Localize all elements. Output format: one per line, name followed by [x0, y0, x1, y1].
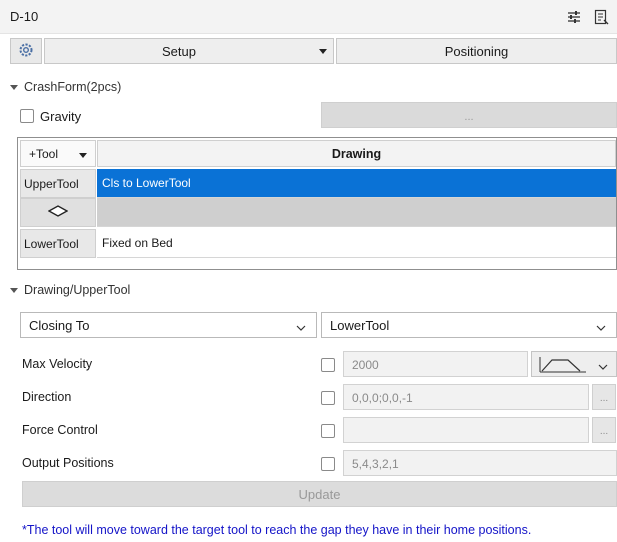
target-tool-select[interactable]: LowerTool: [321, 312, 617, 338]
velocity-profile-dropdown[interactable]: [531, 351, 617, 377]
max-velocity-field[interactable]: 2000: [343, 351, 528, 377]
force-control-checkbox[interactable]: [321, 424, 335, 438]
chevron-down-icon: [296, 320, 306, 335]
max-velocity-label: Max Velocity: [22, 357, 93, 371]
table-row-tool-label[interactable]: UpperTool: [20, 169, 96, 198]
add-tool-dropdown[interactable]: +Tool: [20, 140, 96, 167]
diamond-icon: [47, 205, 69, 220]
max-velocity-checkbox[interactable]: [321, 358, 335, 372]
force-control-browse-button[interactable]: ...: [592, 417, 616, 443]
chevron-down-icon: [598, 360, 608, 374]
help-note: *The tool will move toward the target to…: [22, 523, 532, 537]
force-control-field[interactable]: [343, 417, 589, 443]
direction-browse-button[interactable]: ...: [592, 384, 616, 410]
direction-label: Direction: [22, 390, 72, 404]
force-control-label: Force Control: [22, 423, 98, 437]
caret-down-icon: [79, 153, 87, 158]
tool-column-header: +Tool: [29, 147, 59, 161]
tool-table: +Tool Drawing UpperTool Cls to LowerTool…: [17, 137, 617, 270]
drawing-column-header: Drawing: [97, 140, 616, 167]
document-icon[interactable]: [593, 9, 609, 25]
collapse-triangle-icon: [10, 288, 18, 294]
gravity-checkbox[interactable]: [20, 109, 34, 123]
drawing-mode-value: Closing To: [29, 318, 90, 333]
crashform-section-title: CrashForm(2pcs): [24, 80, 122, 94]
direction-checkbox[interactable]: [321, 391, 335, 405]
gravity-label: Gravity: [40, 109, 82, 124]
crashform-section-header[interactable]: CrashForm(2pcs): [10, 80, 121, 94]
target-tool-value: LowerTool: [330, 318, 390, 333]
table-divider-row: [97, 198, 616, 227]
update-button[interactable]: Update: [22, 481, 617, 507]
diamond-divider-cell[interactable]: [20, 198, 96, 227]
sliders-icon[interactable]: [566, 9, 582, 25]
setup-label: Setup: [162, 44, 196, 59]
title-bar: [0, 0, 617, 34]
gravity-settings-button[interactable]: ...: [321, 102, 617, 128]
positioning-button[interactable]: Positioning: [336, 38, 617, 64]
output-positions-checkbox[interactable]: [321, 457, 335, 471]
trapezoid-profile-icon: [538, 356, 588, 377]
output-positions-label: Output Positions: [22, 456, 114, 470]
caret-down-icon: [319, 49, 327, 54]
drawing-section-header[interactable]: Drawing/UpperTool: [10, 283, 130, 297]
gear-button[interactable]: [10, 38, 42, 64]
gear-icon: [18, 42, 34, 61]
table-row-tool-label[interactable]: LowerTool: [20, 229, 96, 258]
table-row-drawing-value[interactable]: Cls to LowerTool: [97, 169, 616, 198]
collapse-triangle-icon: [10, 85, 18, 91]
drawing-mode-select[interactable]: Closing To: [20, 312, 317, 338]
direction-field[interactable]: 0,0,0;0,0,-1: [343, 384, 589, 410]
window-title: D-10: [10, 9, 39, 24]
output-positions-field[interactable]: 5,4,3,2,1: [343, 450, 617, 476]
setup-dropdown[interactable]: Setup: [44, 38, 334, 64]
drawing-section-title: Drawing/UpperTool: [24, 283, 131, 297]
chevron-down-icon: [596, 320, 606, 335]
table-row-drawing-value[interactable]: Fixed on Bed: [97, 229, 616, 258]
